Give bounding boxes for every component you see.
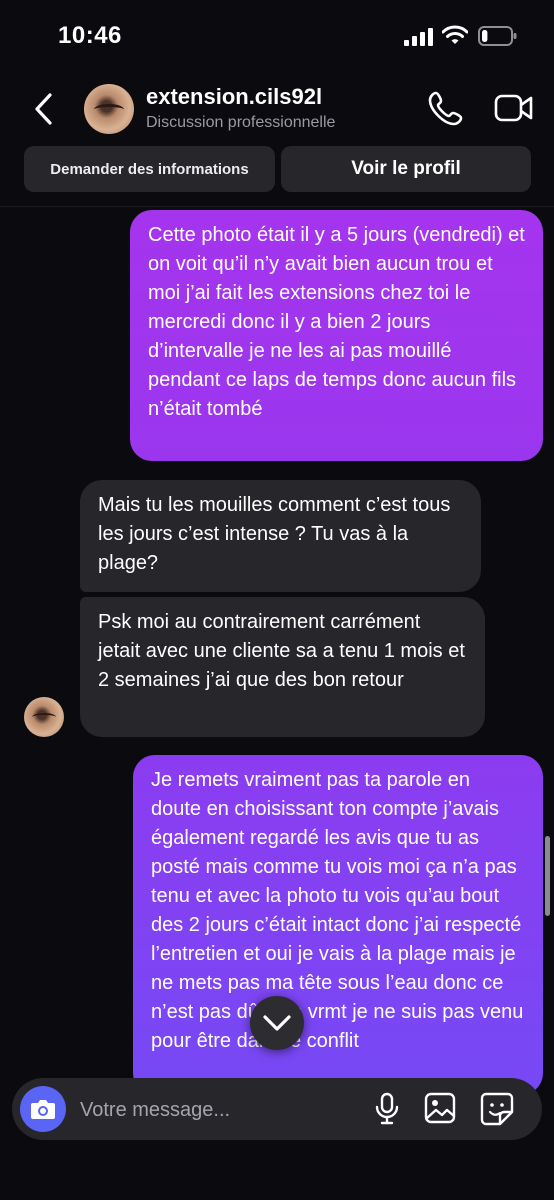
message-input[interactable]	[80, 1096, 360, 1124]
sticker-icon[interactable]	[480, 1092, 514, 1126]
scrollbar[interactable]	[545, 836, 550, 916]
scroll-to-bottom-button[interactable]	[250, 996, 304, 1050]
request-info-button[interactable]: Demander des informations	[24, 146, 275, 192]
camera-icon	[31, 1100, 55, 1119]
camera-button[interactable]	[20, 1086, 66, 1132]
image-icon[interactable]	[424, 1092, 456, 1124]
contact-subtitle: Discussion professionnelle	[146, 114, 336, 131]
contact-avatar[interactable]	[84, 84, 134, 134]
incoming-message[interactable]: Psk moi au contrairement carrément jetai…	[80, 597, 485, 737]
outgoing-message[interactable]: Cette photo était il y a 5 jours (vendre…	[130, 210, 543, 461]
chevron-down-icon	[263, 1015, 291, 1031]
incoming-message[interactable]: Mais tu les mouilles comment c’est tous …	[80, 480, 481, 592]
status-bar: 10:46	[0, 0, 554, 70]
video-camera-icon[interactable]	[494, 92, 534, 124]
status-time: 10:46	[58, 22, 122, 49]
cellular-signal-icon	[404, 28, 433, 46]
phone-icon[interactable]	[428, 90, 464, 126]
home-area	[0, 1140, 554, 1200]
battery-icon	[478, 26, 517, 46]
profile-actions: Demander des informations Voir le profil	[24, 146, 532, 192]
sender-avatar[interactable]	[24, 697, 64, 737]
message-composer	[12, 1078, 542, 1140]
chevron-left-icon[interactable]	[32, 92, 56, 126]
microphone-icon[interactable]	[374, 1092, 400, 1126]
outgoing-message[interactable]: Je remets vraiment pas ta parole en dout…	[133, 755, 543, 1095]
view-profile-button[interactable]: Voir le profil	[281, 146, 531, 192]
chat-header: extension.cils92l Discussion professionn…	[0, 70, 554, 150]
wifi-icon	[442, 25, 468, 44]
contact-username[interactable]: extension.cils92l	[146, 84, 322, 110]
header-divider	[0, 206, 554, 207]
